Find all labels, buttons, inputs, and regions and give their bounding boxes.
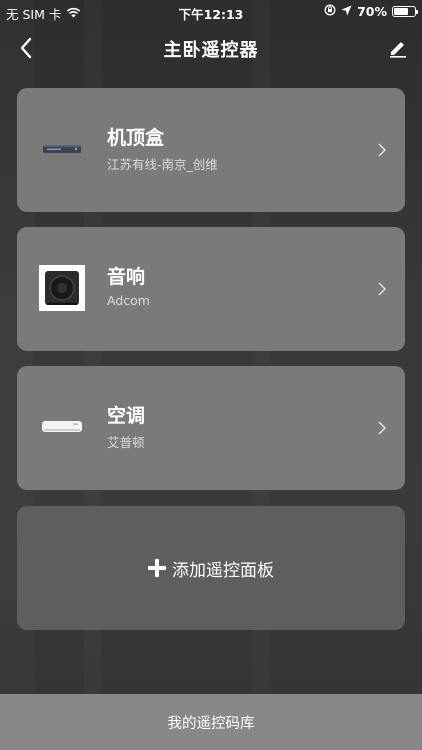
air-conditioner-icon xyxy=(39,404,85,450)
device-brand: Adcom xyxy=(107,293,150,308)
device-card-air-conditioner[interactable]: 空调 艾普顿 xyxy=(17,366,405,490)
location-icon xyxy=(341,4,352,19)
device-brand: 江苏有线-南京_创维 xyxy=(107,157,218,172)
device-name: 空调 xyxy=(107,405,146,427)
chevron-right-icon xyxy=(378,143,386,157)
status-bar: 无 SIM 卡 下午12:13 70% xyxy=(0,0,422,22)
add-panel-label: 添加遥控面板 xyxy=(172,560,274,581)
chevron-right-icon xyxy=(378,282,386,296)
speaker-icon xyxy=(39,265,85,311)
nav-bar: 主卧遥控器 xyxy=(0,22,422,74)
device-card-speaker[interactable]: 音响 Adcom xyxy=(17,227,405,351)
edit-button[interactable] xyxy=(384,34,412,62)
add-panel-button[interactable]: 添加遥控面板 xyxy=(17,506,405,630)
battery-icon xyxy=(392,6,418,17)
device-card-set-top-box[interactable]: 机顶盒 江苏有线-南京_创维 xyxy=(17,88,405,212)
rotation-lock-icon xyxy=(324,4,336,19)
set-top-box-icon xyxy=(39,126,85,172)
device-name: 机顶盒 xyxy=(107,127,165,149)
my-code-library-button[interactable]: 我的遥控码库 xyxy=(0,694,422,750)
my-code-library-label: 我的遥控码库 xyxy=(167,715,255,732)
device-brand: 艾普顿 xyxy=(107,435,145,450)
plus-icon xyxy=(148,559,166,577)
battery-percent: 70% xyxy=(357,4,387,19)
chevron-right-icon xyxy=(378,421,386,435)
pencil-icon xyxy=(390,42,406,58)
battery-fill xyxy=(394,8,408,15)
page-title: 主卧遥控器 xyxy=(163,40,259,61)
device-name: 音响 xyxy=(107,266,146,288)
